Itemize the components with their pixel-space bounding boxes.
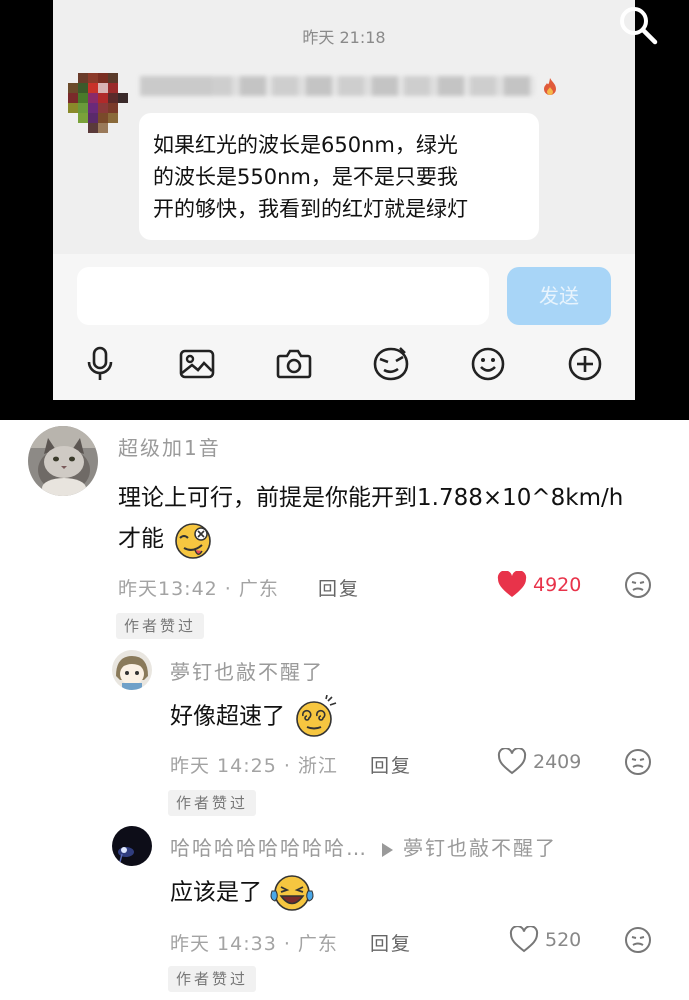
message-bubble: 如果红光的波长是650nm，绿光 的波长是550nm，是不是只要我 开的够快，我… — [139, 113, 539, 240]
dislike-icon[interactable] — [624, 571, 652, 599]
like-button[interactable]: 520 — [509, 926, 581, 953]
comment-body: 好像超速了 — [170, 695, 338, 739]
chat-screen: 昨天 21:18 如果红光的波长是650nm，绿光 的波长是550nm，是不是只… — [53, 0, 635, 400]
dislike-icon[interactable] — [624, 926, 652, 954]
reply-button[interactable]: 回复 — [370, 751, 412, 778]
microphone-icon[interactable] — [78, 342, 122, 386]
like-button[interactable]: 4920 — [497, 571, 581, 598]
comment-text-line2: 才能 — [118, 519, 215, 560]
dizzy-emoji — [296, 695, 337, 737]
chat-screenshot: 昨天 21:18 如果红光的波长是650nm，绿光 的波长是550nm，是不是只… — [0, 0, 689, 420]
comment-username[interactable]: 超级加1音 — [118, 432, 221, 461]
reply-header: 哈哈哈哈哈哈哈哈… 夢钉也敲不醒了 — [170, 832, 557, 861]
comment-text: 应该是了 — [170, 879, 262, 906]
laughing-tears-emoji — [270, 875, 314, 911]
toolbar — [53, 342, 635, 386]
message-line: 的波长是550nm，是不是只要我 — [153, 165, 458, 189]
reply-button[interactable]: 回复 — [370, 929, 412, 956]
chat-timestamp: 昨天 21:18 — [302, 28, 386, 47]
author-liked-badge: 作者赞过 — [116, 613, 205, 639]
sender-avatar[interactable] — [68, 73, 128, 133]
send-button[interactable]: 发送 — [507, 267, 611, 325]
message-input[interactable] — [77, 267, 489, 325]
heart-filled-icon — [497, 571, 527, 597]
avatar[interactable] — [28, 426, 98, 496]
reply-arrow-icon — [382, 842, 393, 857]
message-line: 如果红光的波长是650nm，绿光 — [153, 133, 458, 157]
plus-icon[interactable] — [563, 342, 607, 386]
comment-username[interactable]: 夢钉也敲不醒了 — [170, 656, 324, 685]
smirk-tongue-emoji — [175, 522, 212, 559]
sticker-icon[interactable] — [369, 342, 413, 386]
comment-body: 应该是了 — [170, 871, 315, 915]
author-liked-badge: 作者赞过 — [168, 790, 257, 816]
comment-text: 好像超速了 — [170, 703, 285, 730]
emoji-icon[interactable] — [466, 342, 510, 386]
message-line: 开的够快，我看到的红灯就是绿灯 — [153, 197, 468, 221]
blurred-sender-name — [140, 76, 535, 96]
like-count: 4920 — [533, 573, 582, 596]
avatar[interactable] — [112, 650, 152, 690]
comment-username[interactable]: 哈哈哈哈哈哈哈哈… — [170, 836, 368, 860]
dislike-icon[interactable] — [624, 748, 652, 776]
fire-icon — [544, 78, 556, 95]
input-bar: 发送 — [53, 254, 635, 400]
comment-text: 才能 — [118, 526, 164, 552]
comment-text: 理论上可行，前提是你能开到1.788×10^8km/h — [118, 485, 624, 511]
heart-outline-icon — [497, 748, 527, 775]
search-icon[interactable] — [615, 2, 661, 48]
comment-section: 超级加1音 理论上可行，前提是你能开到1.788×10^8km/h 才能 昨天1… — [0, 420, 689, 1000]
avatar[interactable] — [112, 826, 152, 866]
reply-button[interactable]: 回复 — [318, 574, 360, 601]
reply-to-username[interactable]: 夢钉也敲不醒了 — [403, 836, 557, 860]
author-liked-badge: 作者赞过 — [168, 966, 257, 992]
comment-time-location: 昨天 14:33 · 广东 — [170, 933, 338, 955]
image-icon[interactable] — [175, 342, 219, 386]
comment-time-location: 昨天13:42 · 广东 — [118, 578, 279, 600]
heart-outline-icon — [509, 926, 539, 953]
like-button[interactable]: 2409 — [497, 748, 581, 775]
camera-icon[interactable] — [272, 342, 316, 386]
like-count: 520 — [545, 928, 582, 951]
like-count: 2409 — [533, 750, 582, 773]
comment-time-location: 昨天 14:25 · 浙江 — [170, 755, 338, 777]
